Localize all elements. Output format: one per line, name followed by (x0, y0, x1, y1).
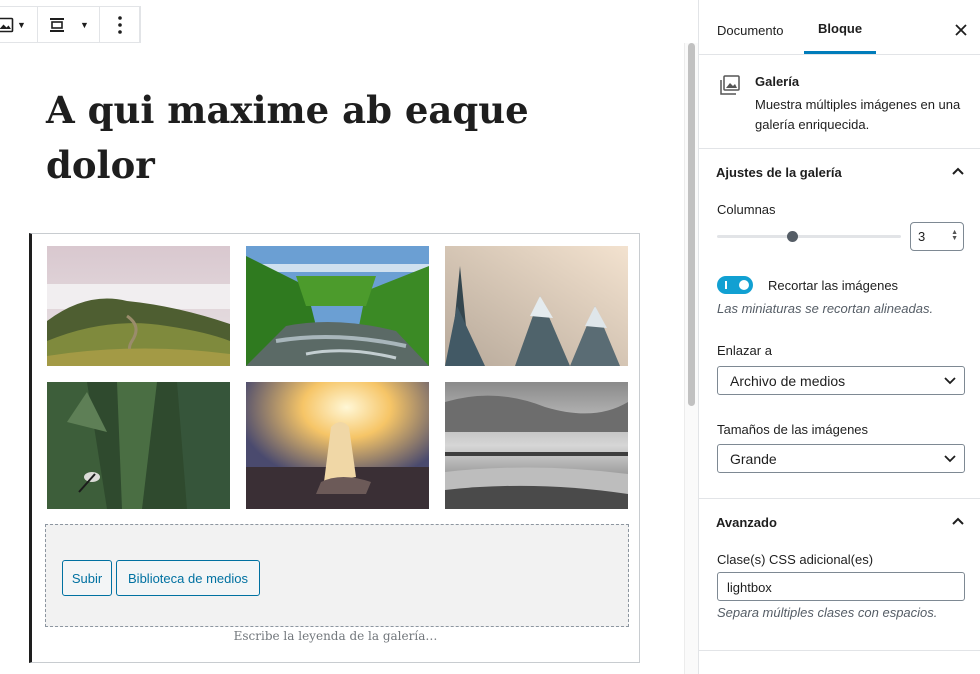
block-description: Muestra múltiples imágenes en una galerí… (755, 97, 961, 132)
panel-divider (699, 498, 980, 499)
settings-sidebar: Documento Bloque Galería Muestra múltipl… (698, 0, 980, 674)
columns-value: 3 (918, 229, 926, 244)
gallery-block[interactable]: Subir Biblioteca de medios Escribe la le… (29, 233, 640, 663)
gallery-settings-toggle[interactable]: Ajustes de la galería (699, 150, 980, 194)
columns-number-input[interactable]: 3 ▲ ▼ (910, 222, 964, 251)
columns-slider-handle[interactable] (787, 231, 798, 242)
upload-button[interactable]: Subir (62, 560, 112, 596)
spinner-arrows-icon[interactable]: ▲ ▼ (951, 229, 958, 242)
link-to-select[interactable]: Archivo de medios (717, 366, 965, 395)
gallery-caption-input[interactable]: Escribe la leyenda de la galería… (32, 629, 639, 643)
media-library-button[interactable]: Biblioteca de medios (116, 560, 260, 596)
gallery-icon (720, 75, 740, 95)
close-icon[interactable] (955, 19, 967, 42)
crop-images-toggle[interactable] (717, 276, 753, 294)
link-to-value: Archivo de medios (730, 373, 846, 389)
image-icon (0, 17, 14, 32)
gallery-image[interactable] (47, 382, 230, 509)
align-button[interactable]: ▼ (38, 7, 99, 42)
editor-canvas: A qui maxime ab eaque dolor Subir Biblio… (0, 43, 684, 674)
chevron-up-icon (952, 517, 964, 525)
css-class-input[interactable]: lightbox (717, 572, 965, 601)
crop-images-help: Las miniaturas se recortan alineadas. (717, 301, 934, 316)
editor-scrollbar[interactable] (684, 43, 698, 674)
gallery-image[interactable] (445, 246, 628, 366)
scroll-thumb[interactable] (688, 43, 695, 406)
align-center-icon (50, 17, 65, 32)
toggle-on-indicator (725, 281, 727, 289)
post-title[interactable]: A qui maxime ab eaque dolor (46, 83, 606, 193)
image-size-value: Grande (730, 451, 777, 467)
media-placeholder: Subir Biblioteca de medios (45, 524, 629, 627)
block-editor: ▼ ▼ A qui maxime ab eaque dolor Subir Bi… (0, 0, 980, 674)
more-group (100, 7, 140, 42)
chevron-up-icon (952, 167, 964, 175)
block-toolbar: ▼ ▼ (0, 6, 141, 43)
tab-documento[interactable]: Documento (717, 6, 783, 54)
image-size-label: Tamaños de las imágenes (717, 422, 869, 437)
gallery-image[interactable] (445, 382, 628, 509)
tab-bloque[interactable]: Bloque (804, 6, 877, 54)
block-type-switcher[interactable]: ▼ (0, 7, 37, 42)
toggle-knob (739, 280, 749, 290)
gallery-image[interactable] (47, 246, 230, 366)
more-vertical-icon (117, 15, 122, 34)
block-card: Galería Muestra múltiples imágenes en un… (699, 56, 980, 149)
panel-title: Ajustes de la galería (716, 164, 842, 180)
sidebar-tabs: Documento Bloque (699, 6, 980, 55)
image-size-select[interactable]: Grande (717, 444, 965, 473)
chevron-down-icon (944, 377, 956, 385)
crop-images-label: Recortar las imágenes (768, 278, 899, 293)
caret-down-icon: ▼ (17, 19, 26, 30)
chevron-down-icon (944, 455, 956, 463)
block-name: Galería (755, 74, 800, 89)
alignment-group: ▼ (38, 7, 100, 42)
more-options-button[interactable] (100, 7, 139, 42)
css-class-label: Clase(s) CSS adicional(es) (717, 552, 874, 567)
gallery-image[interactable] (246, 246, 429, 366)
columns-slider-track[interactable] (717, 235, 901, 238)
columns-label: Columnas (717, 202, 776, 217)
caret-down-icon: ▼ (80, 19, 89, 30)
block-type-group: ▼ (0, 7, 38, 42)
css-class-help: Separa múltiples clases con espacios. (717, 605, 938, 620)
advanced-panel-toggle[interactable]: Avanzado (699, 500, 980, 544)
panel-divider (699, 650, 980, 651)
panel-title: Avanzado (716, 514, 777, 530)
link-to-label: Enlazar a (717, 343, 772, 358)
gallery-image[interactable] (246, 382, 429, 509)
